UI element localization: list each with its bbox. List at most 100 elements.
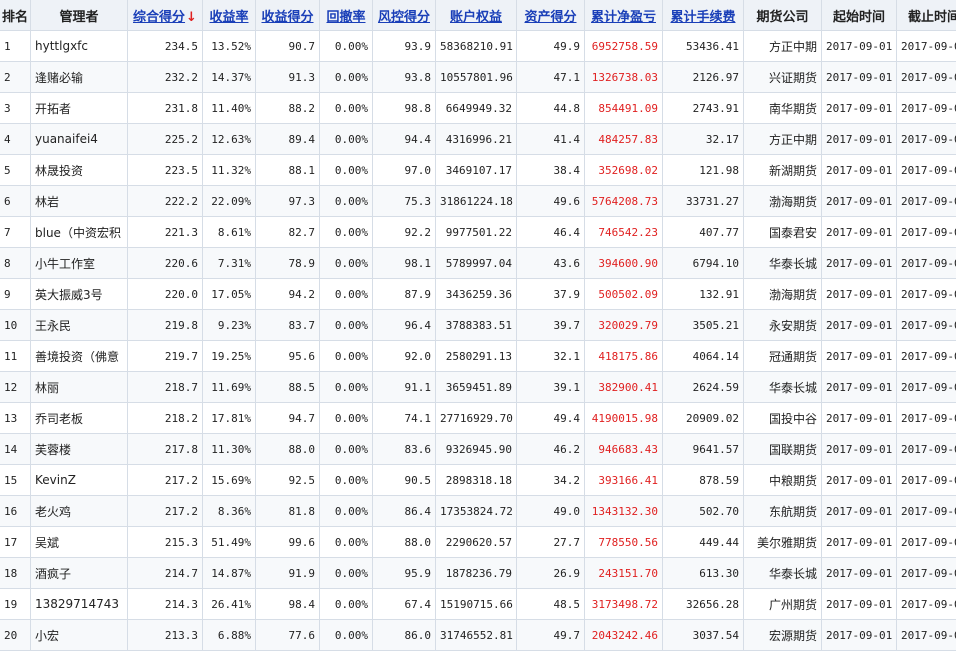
table-row: 8小牛工作室220.67.31%78.90.00%98.15789997.044…: [0, 248, 956, 279]
drawdown-cell: 0.00%: [320, 124, 373, 155]
asset-score-cell: 38.4: [517, 155, 585, 186]
end-time-cell: 2017-09-04: [897, 465, 956, 496]
total-score-cell: 222.2: [128, 186, 203, 217]
risk-score-cell: 75.3: [373, 186, 436, 217]
col-start-time-header-label: 起始时间: [833, 10, 885, 25]
return-score-cell: 77.6: [256, 620, 320, 651]
rank-cell: 4: [0, 124, 31, 155]
table-row: 16老火鸡217.28.36%81.80.00%86.417353824.724…: [0, 496, 956, 527]
net-pnl-cell: 746542.23: [585, 217, 663, 248]
col-net-pnl-header[interactable]: 累计净盈亏: [585, 0, 663, 31]
end-time-cell: 2017-09-04: [897, 31, 956, 62]
company-cell: 广州期货: [744, 589, 822, 620]
total-score-cell: 214.3: [128, 589, 203, 620]
fees-cell: 2743.91: [663, 93, 744, 124]
start-time-cell: 2017-09-01: [822, 155, 897, 186]
net-pnl-cell: 854491.09: [585, 93, 663, 124]
table-row: 11善境投资（佛意219.719.25%95.60.00%92.02580291…: [0, 341, 956, 372]
total-score-cell: 217.2: [128, 465, 203, 496]
table-row: 4yuanaifei4225.212.63%89.40.00%94.443169…: [0, 124, 956, 155]
return-rate-cell: 22.09%: [203, 186, 256, 217]
col-fees-header[interactable]: 累计手续费: [663, 0, 744, 31]
equity-cell: 3469107.17: [436, 155, 517, 186]
net-pnl-cell: 394600.90: [585, 248, 663, 279]
net-pnl-cell: 320029.79: [585, 310, 663, 341]
net-pnl-cell: 382900.41: [585, 372, 663, 403]
col-drawdown-header[interactable]: 回撤率: [320, 0, 373, 31]
risk-score-cell: 92.2: [373, 217, 436, 248]
rank-cell: 13: [0, 403, 31, 434]
return-rate-cell: 51.49%: [203, 527, 256, 558]
company-cell: 中粮期货: [744, 465, 822, 496]
equity-cell: 31861224.18: [436, 186, 517, 217]
rank-cell: 18: [0, 558, 31, 589]
return-score-cell: 82.7: [256, 217, 320, 248]
col-end-time-header: 截止时间: [897, 0, 956, 31]
fees-cell: 33731.27: [663, 186, 744, 217]
equity-cell: 3788383.51: [436, 310, 517, 341]
col-asset-score-header[interactable]: 资产得分: [517, 0, 585, 31]
manager-cell: 老火鸡: [31, 496, 128, 527]
start-time-cell: 2017-09-01: [822, 279, 897, 310]
fees-cell: 2624.59: [663, 372, 744, 403]
risk-score-cell: 98.1: [373, 248, 436, 279]
drawdown-cell: 0.00%: [320, 527, 373, 558]
asset-score-cell: 46.4: [517, 217, 585, 248]
drawdown-cell: 0.00%: [320, 155, 373, 186]
total-score-cell: 217.2: [128, 496, 203, 527]
col-return-rate-header[interactable]: 收益率: [203, 0, 256, 31]
risk-score-cell: 83.6: [373, 434, 436, 465]
return-score-cell: 78.9: [256, 248, 320, 279]
end-time-cell: 2017-09-04: [897, 93, 956, 124]
start-time-cell: 2017-09-01: [822, 62, 897, 93]
rank-cell: 14: [0, 434, 31, 465]
start-time-cell: 2017-09-01: [822, 620, 897, 651]
fees-cell: 32656.28: [663, 589, 744, 620]
end-time-cell: 2017-09-04: [897, 124, 956, 155]
col-equity-header[interactable]: 账户权益: [436, 0, 517, 31]
manager-cell: 王永民: [31, 310, 128, 341]
return-rate-cell: 7.31%: [203, 248, 256, 279]
risk-score-cell: 86.4: [373, 496, 436, 527]
return-score-cell: 95.6: [256, 341, 320, 372]
table-row: 1hyttlgxfc234.513.52%90.70.00%93.9583682…: [0, 31, 956, 62]
risk-score-cell: 86.0: [373, 620, 436, 651]
start-time-cell: 2017-09-01: [822, 248, 897, 279]
end-time-cell: 2017-09-04: [897, 558, 956, 589]
company-cell: 国泰君安: [744, 217, 822, 248]
rank-cell: 19: [0, 589, 31, 620]
equity-cell: 2580291.13: [436, 341, 517, 372]
return-score-cell: 92.5: [256, 465, 320, 496]
risk-score-cell: 93.9: [373, 31, 436, 62]
col-total-score-header[interactable]: 综合得分↓: [128, 0, 203, 31]
rank-cell: 5: [0, 155, 31, 186]
col-return-rate-header-label: 收益率: [209, 10, 248, 25]
asset-score-cell: 46.2: [517, 434, 585, 465]
end-time-cell: 2017-09-04: [897, 372, 956, 403]
header-row: 排名管理者综合得分↓收益率收益得分回撤率风控得分账户权益资产得分累计净盈亏累计手…: [0, 0, 956, 31]
drawdown-cell: 0.00%: [320, 341, 373, 372]
rank-cell: 2: [0, 62, 31, 93]
return-score-cell: 88.2: [256, 93, 320, 124]
equity-cell: 58368210.91: [436, 31, 517, 62]
col-risk-score-header[interactable]: 风控得分: [373, 0, 436, 31]
table-row: 6林岩222.222.09%97.30.00%75.331861224.1849…: [0, 186, 956, 217]
company-cell: 新湖期货: [744, 155, 822, 186]
drawdown-cell: 0.00%: [320, 279, 373, 310]
manager-cell: blue（中资宏积: [31, 217, 128, 248]
fees-cell: 121.98: [663, 155, 744, 186]
return-rate-cell: 8.61%: [203, 217, 256, 248]
risk-score-cell: 91.1: [373, 372, 436, 403]
total-score-cell: 232.2: [128, 62, 203, 93]
rank-cell: 10: [0, 310, 31, 341]
net-pnl-cell: 5764208.73: [585, 186, 663, 217]
table-row: 15KevinZ217.215.69%92.50.00%90.52898318.…: [0, 465, 956, 496]
table-row: 13乔司老板218.217.81%94.70.00%74.127716929.7…: [0, 403, 956, 434]
return-rate-cell: 26.41%: [203, 589, 256, 620]
risk-score-cell: 90.5: [373, 465, 436, 496]
total-score-cell: 217.8: [128, 434, 203, 465]
drawdown-cell: 0.00%: [320, 496, 373, 527]
company-cell: 兴证期货: [744, 62, 822, 93]
col-return-score-header[interactable]: 收益得分: [256, 0, 320, 31]
end-time-cell: 2017-09-04: [897, 248, 956, 279]
